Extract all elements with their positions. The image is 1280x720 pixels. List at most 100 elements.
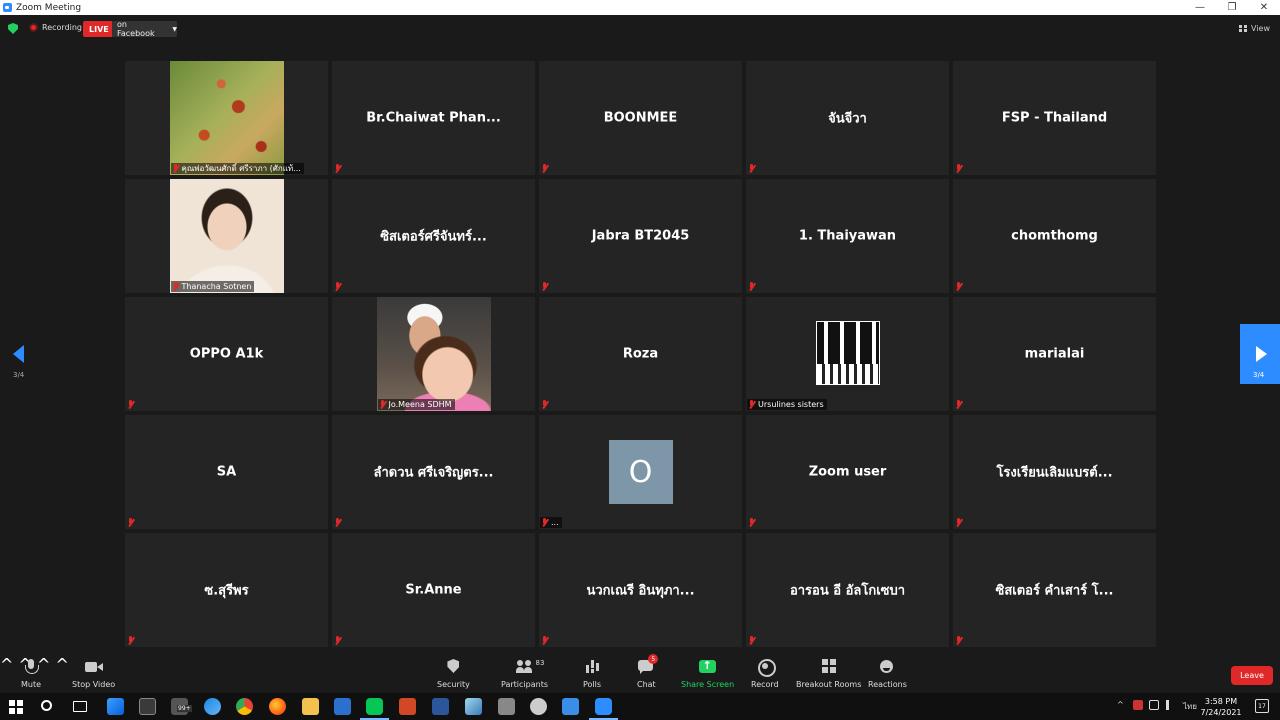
polls-button[interactable]: Polls [583,659,601,689]
participant-status-bar [954,635,968,646]
participant-tile[interactable]: ซิสเตอร์ศรีจันทร์... [332,179,535,293]
security-button[interactable]: Security [437,659,470,689]
participant-tile[interactable]: ซ.สุรีพร [125,533,328,647]
participant-tile[interactable]: Jabra BT2045 [539,179,742,293]
participant-video [169,179,284,293]
firefox-icon[interactable] [269,698,286,715]
participant-tile[interactable]: นวกเณรี อินทุภา... [539,533,742,647]
zoom-taskbar-icon[interactable] [589,698,618,720]
participant-tile[interactable]: O... [539,415,742,529]
remote-desktop-icon[interactable] [562,698,579,715]
participant-name: OPPO A1k [189,346,264,362]
participant-tile[interactable]: chomthomg [953,179,1156,293]
windows-taskbar: 99+ ^ ไทย 3:58 PM 7/24/2021 17 [0,693,1280,720]
participant-tile[interactable]: คุณพ่อวัฒนศักดิ์ ศรีราภา (ศักแท้... [125,61,328,175]
meeting-controls-toolbar: Mute ^ Stop Video ^ Security 83 Particip… [0,654,1280,693]
store-icon[interactable] [139,698,156,715]
participant-status-bar [126,517,140,528]
tray-chevron-icon[interactable]: ^ [1117,700,1124,709]
record-button[interactable]: Record [751,659,779,689]
volume-tray-icon[interactable] [1166,700,1174,710]
participant-video [169,61,284,175]
apps-icon[interactable]: 99+ [171,698,192,715]
participant-status-bar [540,399,554,410]
word-docs-icon[interactable] [334,698,351,715]
chrome-icon[interactable] [236,698,253,715]
participant-tile[interactable]: BOONMEE [539,61,742,175]
participant-caption: คุณพ่อวัฒนศักดิ์ ศรีราภา (ศักแท้... [181,164,301,173]
share-options-caret[interactable]: ^ [56,655,69,674]
participant-tile[interactable]: โรงเรียนเลิมแบรต์... [953,415,1156,529]
encryption-shield-icon[interactable] [8,23,18,34]
previous-page-button[interactable]: 3/4 [0,343,40,383]
mute-button[interactable]: Mute [21,659,41,689]
word-icon[interactable] [432,698,449,715]
arrow-left-icon [13,345,24,363]
video-camera-icon [84,659,103,675]
muted-microphone-icon [541,400,549,409]
minimize-button[interactable]: — [1184,0,1216,15]
app-icon[interactable] [465,698,482,715]
windows-start-icon[interactable] [9,700,23,714]
chat-unread-badge: 5 [648,654,659,664]
participant-tile[interactable]: Zoom user [746,415,949,529]
participant-status-bar: Ursulines sisters [747,399,827,410]
participants-button[interactable]: 83 Participants [501,659,548,689]
participant-tile[interactable]: Thanacha Sotnen [125,179,328,293]
participant-video [815,321,880,385]
breakout-rooms-button[interactable]: Breakout Rooms [796,659,861,689]
leave-button[interactable]: Leave [1231,666,1273,685]
next-page-button[interactable]: 3/4 [1240,324,1280,384]
network-tray-icon[interactable] [1149,700,1159,710]
participant-tile[interactable]: OPPO A1k [125,297,328,411]
file-explorer-icon[interactable] [302,698,319,715]
participant-tile[interactable]: ลำดวน ศรีเจริญตร... [332,415,535,529]
task-view-icon[interactable] [73,701,87,712]
view-button[interactable]: View [1239,24,1270,33]
search-icon[interactable] [41,700,52,711]
participant-tile[interactable]: Br.Chaiwat Phan... [332,61,535,175]
participant-name: โรงเรียนเลิมแบรต์... [996,465,1113,481]
participant-status-bar: คุณพ่อวัฒนศักดิ์ ศรีราภา (ศักแท้... [170,163,304,174]
participant-tile[interactable]: marialai [953,297,1156,411]
powerpoint-icon[interactable] [399,698,416,715]
stop-video-button[interactable]: Stop Video [72,659,115,689]
share-screen-button[interactable]: Share Screen [681,659,734,689]
muted-microphone-icon [334,164,342,173]
participant-name: Jabra BT2045 [591,228,690,244]
muted-microphone-icon [748,636,756,645]
antivirus-tray-icon[interactable] [1133,700,1143,710]
close-button[interactable]: ✕ [1248,0,1280,15]
restore-button[interactable]: ❐ [1216,0,1248,15]
chat-button[interactable]: 5 Chat [637,654,659,689]
participant-tile[interactable]: อารอน อี อัลโกเซบา [746,533,949,647]
live-target-dropdown[interactable]: on Facebook ▼ [112,20,177,38]
settings-app-icon[interactable] [530,698,547,715]
internet-explorer-icon[interactable] [204,698,221,715]
microphone-icon [22,659,40,675]
zoom-app-icon [3,3,12,12]
recording-indicator[interactable]: Recording [29,23,82,32]
live-badge[interactable]: LIVE [83,21,115,37]
participant-tile[interactable]: Ursulines sisters [746,297,949,411]
participant-tile[interactable]: จันจีวา [746,61,949,175]
photo-app-icon[interactable] [498,698,515,715]
line-app-icon[interactable] [360,698,389,720]
participant-name: 1. Thaiyawan [798,228,897,244]
system-clock[interactable]: 3:58 PM 7/24/2021 [1196,696,1246,718]
audio-options-caret[interactable]: ^ [0,655,13,674]
participant-tile[interactable]: SA [125,415,328,529]
muted-microphone-icon [541,164,549,173]
participant-tile[interactable]: Sr.Anne [332,533,535,647]
participant-tile[interactable]: 1. Thaiyawan [746,179,949,293]
participant-status-bar [747,163,761,174]
notification-center-icon[interactable]: 17 [1255,699,1269,713]
participant-tile[interactable]: Roza [539,297,742,411]
participant-tile[interactable]: ซิสเตอร์ คำเสาร์ โ... [953,533,1156,647]
reactions-button[interactable]: Reactions [868,659,907,689]
input-language[interactable]: ไทย [1183,700,1197,713]
edge-icon[interactable] [107,698,124,715]
live-target-label: on Facebook [117,20,155,38]
participant-tile[interactable]: Jo.Meena SDHM [332,297,535,411]
participant-tile[interactable]: FSP - Thailand [953,61,1156,175]
